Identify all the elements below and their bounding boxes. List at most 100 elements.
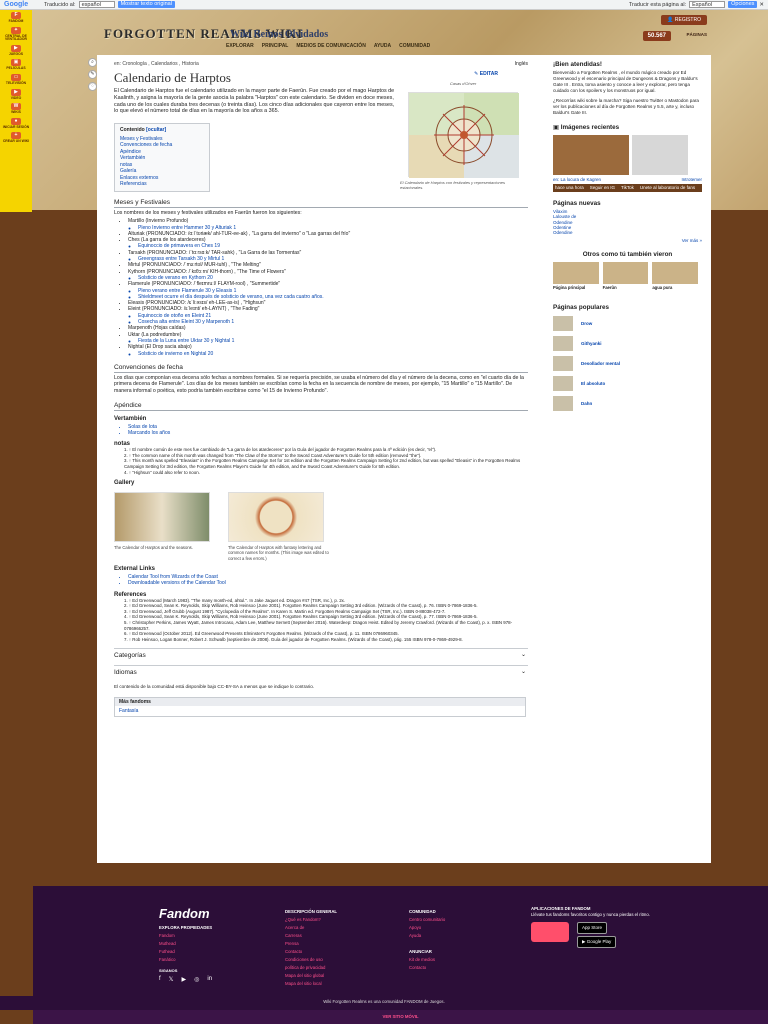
- sidebar-item[interactable]: ● INICIAR SESIÓN: [3, 117, 29, 130]
- translate-page-select[interactable]: Español: [689, 1, 726, 8]
- more-fandoms-box: Más fandoms Fantasía: [114, 696, 526, 717]
- sidebar-item[interactable]: ✦ CENTRAL DE VENTILADOR: [0, 26, 32, 42]
- footer-link[interactable]: Apoyo: [409, 924, 445, 932]
- popular-page[interactable]: Githyanki: [553, 336, 702, 352]
- nav-item[interactable]: COMUNIDAD: [399, 43, 430, 49]
- see-also-item[interactable]: Marcando los años: [128, 430, 528, 436]
- breadcrumb[interactable]: en: Cronología , Calendarios , Historia: [114, 61, 528, 67]
- language-selector[interactable]: Inglés: [515, 61, 528, 67]
- footer-link[interactable]: Contacto: [409, 964, 445, 972]
- languages-toggle[interactable]: Idiomas ⌄: [114, 665, 528, 676]
- recent-images: [553, 135, 702, 175]
- month-item: Ches (La garra de los atardeceres)Equino…: [128, 237, 528, 250]
- social-icon[interactable]: f: [159, 976, 161, 983]
- others-heading: Otros como tú también vieron: [582, 251, 673, 259]
- sidebar-item[interactable]: ▶ JUEGOS: [9, 44, 23, 57]
- heart-icon[interactable]: ♡: [88, 82, 97, 91]
- footer-link[interactable]: Mapa del sitio local: [285, 980, 337, 988]
- footer-link[interactable]: Prensa: [285, 940, 337, 948]
- footer-link[interactable]: Muthead: [159, 940, 212, 948]
- edit-button[interactable]: ✎ EDITAR: [474, 71, 498, 77]
- nav-item[interactable]: EXPLORAR: [226, 43, 254, 49]
- related-page[interactable]: agua pura: [652, 262, 699, 290]
- popular-page[interactable]: Dahn: [553, 396, 702, 412]
- search-icon[interactable]: ⌕: [88, 58, 97, 67]
- sidebar-item[interactable]: F FANDOM: [9, 12, 23, 24]
- month-text: Tarsakh (PRONUNCIADO: /ˈtɑːrsɑːk/ TAR-sa…: [128, 249, 302, 256]
- chevron-down-icon: ⌄: [520, 652, 526, 659]
- options-button[interactable]: Opciones: [728, 1, 758, 8]
- popular-page[interactable]: Drow: [553, 316, 702, 332]
- footer-link[interactable]: política de privacidad: [285, 964, 337, 972]
- toc-hide-link[interactable]: [ocultar]: [146, 127, 166, 133]
- footer-link[interactable]: Condiciones de uso: [285, 956, 337, 964]
- recent-image[interactable]: [553, 135, 629, 175]
- related-page[interactable]: Página principal: [553, 262, 599, 290]
- new-page-item[interactable]: Odendine: [553, 230, 702, 235]
- close-icon[interactable]: ✕: [759, 2, 764, 8]
- gallery: The Calendar of Harptos and the seasons.…: [114, 492, 528, 561]
- sidebar-item[interactable]: + CREAR UN WIKI: [3, 132, 29, 144]
- external-link[interactable]: Downloadable versions of the Calendar To…: [128, 580, 528, 586]
- fandom-sidebar: F FANDOM ✦ CENTRAL DE VENTILADOR ▶ JUEGOS ▣ PEL…: [0, 10, 32, 212]
- app-store-button[interactable]: App Store: [577, 922, 608, 934]
- translated-lang-select[interactable]: español: [78, 1, 115, 8]
- nav-item[interactable]: PRINCIPAL: [262, 43, 289, 49]
- footer-link[interactable]: Contacto: [285, 948, 337, 956]
- footer-bottom-bar: Wiki Forgotten Realms es una comunidad F…: [0, 996, 768, 1010]
- gallery-item[interactable]: The Calendar of Harptos and the seasons.: [114, 492, 218, 561]
- more-fandoms-link[interactable]: Fantasía: [115, 706, 525, 716]
- social-icon[interactable]: in: [207, 976, 212, 983]
- footer-link[interactable]: Fanático: [159, 956, 212, 964]
- follow-link[interactable]: Seguir en IG: [590, 185, 615, 190]
- nav-item[interactable]: MEDIOS DE COMUNICACIÓN: [296, 43, 365, 49]
- popular-page[interactable]: Desollador mental: [553, 356, 702, 372]
- social-icon[interactable]: 𝕏: [169, 976, 174, 983]
- sidebar-icon: ▶: [11, 88, 21, 96]
- social-icon[interactable]: ▶: [182, 976, 187, 983]
- fandom-app-icon[interactable]: [531, 922, 569, 942]
- subsection-heading: Vertambién: [114, 415, 147, 422]
- recent-image[interactable]: [632, 135, 688, 175]
- popular-page[interactable]: El absoluto: [553, 376, 702, 392]
- mobile-site-link[interactable]: VER SITIO MÓVIL: [33, 1010, 768, 1024]
- footer-link[interactable]: Kit de medios: [409, 956, 445, 964]
- gallery-image[interactable]: [228, 492, 324, 543]
- categories-toggle[interactable]: Categorías ⌄: [114, 648, 528, 659]
- wiki-title[interactable]: Wiki Reinos Olvidados: [230, 29, 328, 40]
- festival-item[interactable]: Solsticio de invierno en Nightal 20: [138, 351, 528, 357]
- month-text: Ches (La garra de los atardeceres): [128, 237, 206, 244]
- show-original-button[interactable]: Mostrar texto original: [117, 1, 175, 8]
- nav-item[interactable]: AYUDA: [374, 43, 391, 49]
- popular-page-thumb: [553, 356, 573, 372]
- recent-image-caption[interactable]: en: La locura de Kagren: [553, 177, 601, 182]
- edit-icon[interactable]: ✎: [88, 70, 97, 79]
- footer-link[interactable]: Acerca de: [285, 924, 337, 932]
- follow-link[interactable]: TikTok: [621, 185, 634, 190]
- social-icon[interactable]: ◎: [194, 976, 199, 983]
- footer-link[interactable]: Centro comunitario: [409, 916, 445, 924]
- register-button[interactable]: 👤 REGISTRO: [661, 15, 707, 25]
- google-play-button[interactable]: ▶ Google Play: [577, 936, 617, 948]
- footer-link[interactable]: Futhead: [159, 948, 212, 956]
- sidebar-item[interactable]: ▶ VIDEO: [10, 88, 22, 101]
- footer-link[interactable]: ¿Qué es Fandom?: [285, 916, 337, 924]
- see-more-link[interactable]: Ver más »: [553, 238, 702, 243]
- sidebar-item[interactable]: W WIKIS: [11, 103, 21, 115]
- footer-link[interactable]: Mapa del sitio global: [285, 972, 337, 980]
- sidebar-item-label: VIDEO: [10, 95, 22, 100]
- footer-link[interactable]: Carreras: [285, 932, 337, 940]
- fandom-logo[interactable]: Fandom: [159, 906, 210, 921]
- sidebar-item[interactable]: ▭ TELEVISIÓN: [6, 73, 26, 86]
- footer-link[interactable]: Fandom: [159, 932, 212, 940]
- gallery-image[interactable]: [114, 492, 210, 543]
- gallery-item[interactable]: The Calendar of Harptos with fantasy let…: [228, 492, 332, 561]
- calendar-image[interactable]: [408, 92, 519, 178]
- follow-link[interactable]: Unete al laboratorio de fans: [640, 185, 695, 190]
- footer-link[interactable]: Ayuda: [409, 932, 445, 940]
- related-page[interactable]: Faerûn: [602, 262, 649, 290]
- toc-item[interactable]: Referencias: [120, 181, 204, 188]
- recent-image-captions: en: La locura de Kagren Introtemer: [553, 177, 702, 182]
- sidebar-item[interactable]: ▣ PELÍCULAS: [6, 59, 26, 71]
- recent-image-caption[interactable]: Introtemer: [681, 177, 702, 182]
